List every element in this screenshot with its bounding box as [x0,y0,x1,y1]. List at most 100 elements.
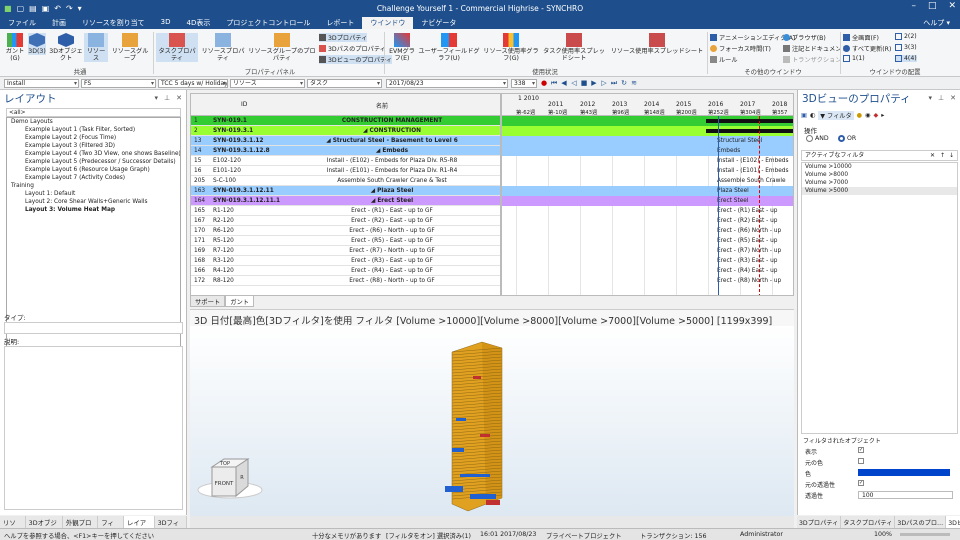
menu-report[interactable]: レポート [318,17,362,29]
relation-type-combo[interactable]: FS [81,79,156,88]
table-row[interactable]: 166 R4-120 Erect - (R4) - East - up to GF [191,266,500,276]
resource-usage-graph-button[interactable]: リソース使用率グラフ(G) [482,33,540,62]
rule-button[interactable]: ルール [710,55,738,64]
3d-properties-button[interactable]: 3Dプロパティ [319,33,368,42]
layout-list-item[interactable]: Example Layout 5 (Predecessor / Successo… [7,158,180,166]
resource-combo[interactable]: リソース [230,79,305,88]
gantt-bar-label[interactable]: Plaza Steel [717,186,749,196]
notes-documents-button[interactable]: 注記とドキュメント [783,44,848,53]
fullscreen-button[interactable]: 全画面(F) [843,33,879,42]
filter-list-item[interactable]: Volume >8000 [802,171,957,179]
scene-tab-icon[interactable]: ◐ [810,112,815,119]
focus-time-line[interactable] [718,116,719,295]
filter-list-item[interactable]: Volume >7000 [802,179,957,187]
gantt-button[interactable]: ガント(G) [3,33,27,62]
zoom-slider[interactable] [900,533,950,536]
gantt-bar-label[interactable]: Erect Steel [717,196,748,206]
3d-scene[interactable]: TOP FRONT R [190,326,794,516]
layout-2-button[interactable]: 2(2) [895,33,917,40]
layout-3-button[interactable]: 3(3) [895,44,917,51]
remove-filter-icon[interactable]: ✕ [930,151,935,160]
description-field[interactable] [4,346,183,510]
type-field[interactable] [4,322,183,334]
right-pane-menu-icon[interactable]: ▾ [929,94,933,102]
tab-task-properties[interactable]: タスクプロパティ [841,516,896,528]
tab-3d-path-properties[interactable]: 3Dパスのプロ… [895,516,947,528]
menu-plan[interactable]: 計画 [44,17,74,29]
pane-close-icon[interactable]: ✕ [176,94,182,102]
gantt-bar-label[interactable]: Embeds [717,146,740,156]
play-back-icon[interactable]: ◁ [570,79,578,87]
tab-3d-filter[interactable]: 3Dフィルタ [155,516,187,536]
general-tab-icon[interactable]: ▣ [801,112,807,119]
table-row[interactable]: 167 R2-120 Erect - (R2) - East - up to GF [191,216,500,226]
3d-view[interactable]: TOP FRONT R [190,326,794,516]
table-row[interactable]: 1 SYN-019.1 CONSTRUCTION MANAGEMENT [191,116,500,126]
table-row[interactable]: 171 R5-120 Erect - (R5) - East - up to GF [191,236,500,246]
color-tab-icon[interactable]: ◆ [873,112,878,119]
transactions-button[interactable]: トランザクション [783,55,842,64]
resource-group-properties-button[interactable]: リソースグループのプロパティ [247,33,317,62]
gantt-bar-label[interactable]: Erect - (R7) North - up [717,246,781,256]
menu-project-control[interactable]: プロジェクトコントロール [218,17,318,29]
speed-icon[interactable]: ≋ [630,79,638,87]
play-icon[interactable]: ▶ [590,79,598,87]
step-forward-icon[interactable]: ▷ [600,79,608,87]
property-checkbox[interactable] [858,458,864,464]
gantt-bar-label[interactable]: Erect - (R2) East - up [717,216,777,226]
table-row[interactable]: 164 SYN-019.3.1.12.11.1 ◢ Erect Steel [191,196,500,206]
move-up-icon[interactable]: ↑ [940,151,945,160]
menu-4d-view[interactable]: 4D表示 [179,17,219,29]
loop-icon[interactable]: ↻ [620,79,628,87]
tab-3d-objects[interactable]: 3Dオブジェ… [26,516,63,536]
table-row[interactable]: 13 SYN-019.3.1.12 ◢ Structural Steel - Bas… [191,136,500,146]
layout-4-button[interactable]: 4(4) [895,55,917,62]
layout-search-box[interactable]: <all> [6,108,181,117]
layout-list-item[interactable]: Example Layout 2 (Focus Time) [7,134,180,142]
close-button[interactable]: ✕ [948,1,956,11]
tab-3d-view-properties[interactable]: 3Dビューのプロ… [946,516,960,528]
calendar-combo[interactable]: TCC 5 days w/ Holidays ( [158,79,228,88]
table-row[interactable]: 2 SYN-019.3.1 ◢ CONSTRUCTION [191,126,500,136]
and-radio[interactable]: AND [806,135,829,142]
gantt-bar-label[interactable]: Erect - (R1) East - up [717,206,777,216]
task-usage-spreadsheet-button[interactable]: タスク使用率スプレッドシート [541,33,607,62]
maximize-button[interactable]: □ [928,1,937,11]
tab-support[interactable]: サポート [190,296,226,307]
menu-assign-resources[interactable]: リソースを割り当て [74,17,153,29]
step-back-icon[interactable]: ◀ [560,79,568,87]
help-menu[interactable]: ヘルプ ▾ [923,18,950,28]
table-row[interactable]: 16 E101-120 Install - (E101) - Embeds for … [191,166,500,176]
layout-list-item[interactable]: Example Layout 4 (Two 3D View, one shows… [7,150,180,158]
filter-list-item[interactable]: Volume >10000 [802,163,957,171]
tab-3d-properties[interactable]: 3Dプロパティ [797,516,842,528]
menu-navigator[interactable]: ナビゲータ [413,17,464,29]
browser-button[interactable]: ブラウザ(B) [783,33,826,42]
table-row[interactable]: 165 R1-120 Erect - (R1) - East - up to GF [191,206,500,216]
3d-button[interactable]: 3D(3) [28,33,46,55]
table-row[interactable]: 172 R8-120 Erect - (R8) - North - up to GF [191,276,500,286]
update-all-button[interactable]: すべて更新(R) [843,44,891,53]
menu-file[interactable]: ファイル [0,17,44,29]
right-pane-close-icon[interactable]: ✕ [950,94,956,102]
resource-button[interactable]: リソース [84,33,108,62]
column-header-id[interactable]: ID [241,101,247,108]
menu-3d[interactable]: 3D [153,17,179,29]
property-checkbox[interactable]: ✓ [858,447,864,453]
layout-list-item[interactable]: Example Layout 7 (Activity Codes) [7,174,180,182]
focus-date-combo[interactable]: 2017/08/23 [386,79,508,88]
table-row[interactable]: 170 R6-120 Erect - (R6) - North - up to GF [191,226,500,236]
user-field-graph-button[interactable]: ユーザーフィールドグラフ(U) [418,33,480,62]
table-row[interactable]: 169 R7-120 Erect - (R7) - North - up to GF [191,246,500,256]
gantt-bar-label[interactable]: Erect - (R3) East - up [717,256,777,266]
table-row[interactable]: 163 SYN-019.3.1.12.11 ◢ Plaza Steel [191,186,500,196]
table-row[interactable]: 15 E102-120 Install - (E102) - Embeds for … [191,156,500,166]
filter-tab[interactable]: ▼ フィルタ [818,111,854,120]
task-properties-button[interactable]: タスクプロパティ [156,33,198,62]
evm-graph-button[interactable]: EVMグラフ(E) [387,33,417,62]
tab-layout[interactable]: レイアウト [123,516,155,536]
resource-usage-spreadsheet-button[interactable]: リソース使用率スプレッドシート [609,33,705,55]
view-cube[interactable]: TOP FRONT R [210,458,250,498]
3d-objects-button[interactable]: 3Dオブジェクト [48,33,84,62]
tab-resources[interactable]: リソース [0,516,26,536]
